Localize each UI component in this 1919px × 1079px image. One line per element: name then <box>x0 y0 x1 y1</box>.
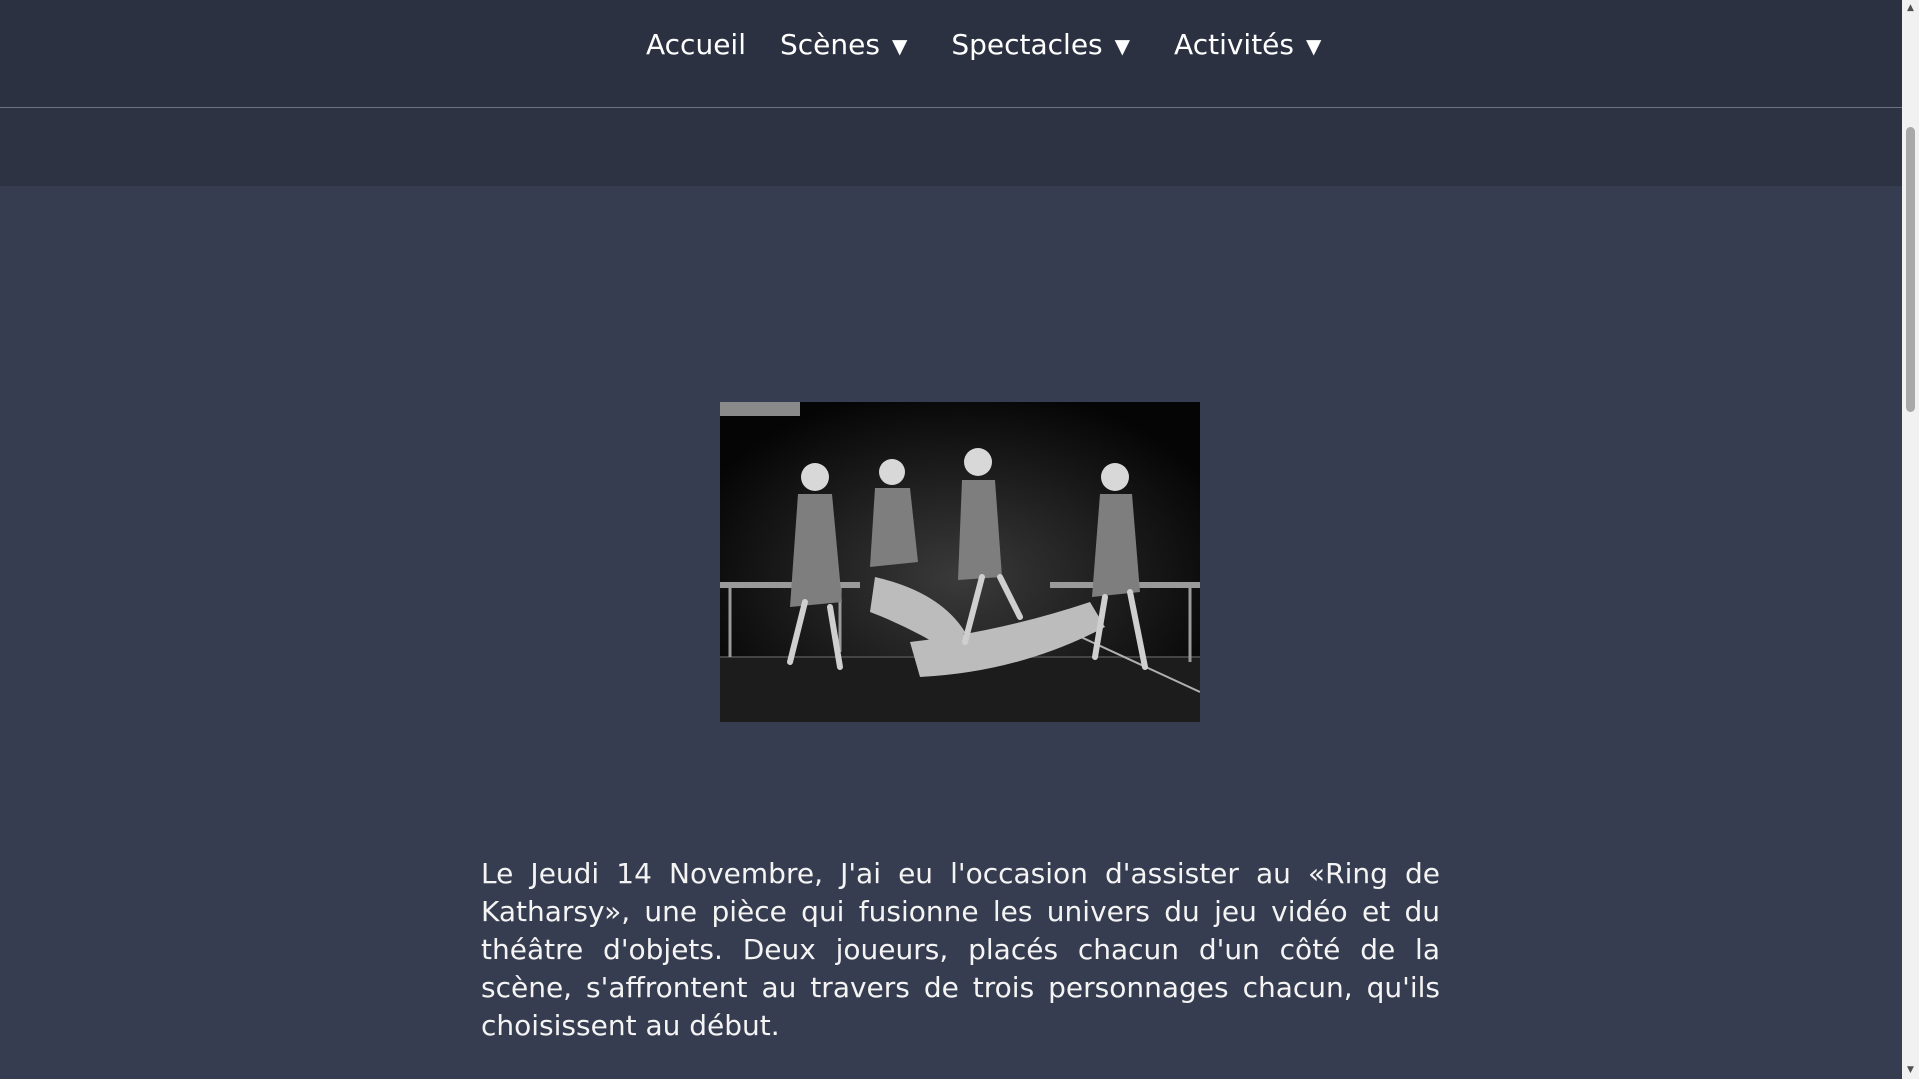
main-menu: Accueil Scènes ▼ Spectacles ▼ Activités … <box>646 22 1331 66</box>
nav-item-scenes[interactable]: Scènes ▼ <box>780 28 907 61</box>
chevron-down-icon: ▼ <box>1114 34 1131 58</box>
page: Accueil Scènes ▼ Spectacles ▼ Activités … <box>0 0 1902 1079</box>
chevron-down-icon: ▼ <box>891 34 908 58</box>
performance-photo <box>720 402 1200 722</box>
photo-illustration <box>720 402 1200 722</box>
nav-item-spectacles[interactable]: Spectacles ▼ <box>951 28 1130 61</box>
arrow-down-icon[interactable]: ▼ <box>1902 1062 1919 1079</box>
nav-label-activites: Activités <box>1174 27 1294 61</box>
top-navigation: Accueil Scènes ▼ Spectacles ▼ Activités … <box>0 0 1902 108</box>
nav-label-accueil: Accueil <box>646 27 746 61</box>
scrollbar-thumb[interactable] <box>1906 127 1915 412</box>
nav-label-scenes: Scènes <box>779 27 880 61</box>
chevron-down-icon: ▼ <box>1306 34 1322 58</box>
vertical-scrollbar[interactable]: ▲ ▼ <box>1902 0 1919 1079</box>
nav-item-activites[interactable]: Activités ▼ <box>1174 28 1321 61</box>
article-paragraph: Le Jeudi 14 Novembre, J'ai eu l'occasion… <box>481 857 1440 1042</box>
header-band <box>0 108 1902 186</box>
arrow-up-icon[interactable]: ▲ <box>1902 0 1919 17</box>
nav-item-accueil[interactable]: Accueil <box>646 28 746 61</box>
nav-label-spectacles: Spectacles <box>951 27 1103 61</box>
